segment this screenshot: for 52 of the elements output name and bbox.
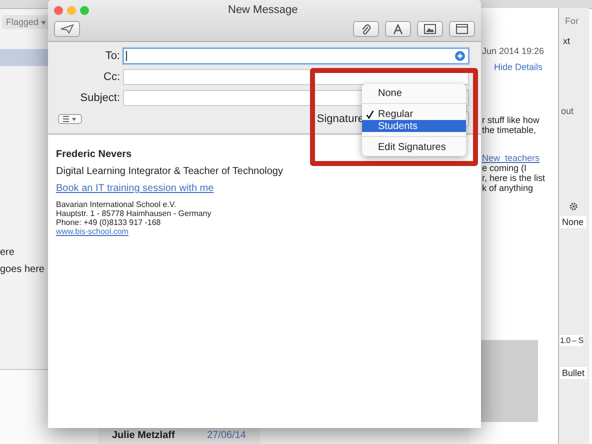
filter-button[interactable]: Flagged xyxy=(2,15,50,29)
menu-item[interactable]: Regular xyxy=(362,108,466,120)
message-link[interactable]: New_teachers xyxy=(482,153,546,163)
signature-label: Signature xyxy=(316,113,364,125)
column-header: out xyxy=(561,106,574,116)
message-date: Jun 2014 19:26 xyxy=(482,46,544,56)
input-field[interactable] xyxy=(123,48,469,64)
menu-item[interactable]: Edit Signatures xyxy=(362,141,466,153)
inspector-tab[interactable]: For xyxy=(565,16,578,26)
field-label: Cc: xyxy=(102,71,120,83)
image-icon xyxy=(424,24,436,34)
list-popup[interactable]: Bullet xyxy=(560,367,587,379)
address-line: Phone: +49 (0)8133 917 -168 xyxy=(56,218,161,227)
window-title: New Message xyxy=(228,4,298,16)
message-text: e coming (I xyxy=(482,163,528,173)
website-link[interactable]: www.bis-school.com xyxy=(56,227,128,236)
signature-role: Digital Learning Integrator & Teacher of Technology xyxy=(56,166,283,177)
fonts-button[interactable] xyxy=(385,21,411,37)
list-caret-icon xyxy=(63,116,77,122)
format-menu-button[interactable] xyxy=(58,114,82,124)
address-line: Hauptstr. 1 - 85778 Haimhausen - Germany xyxy=(56,209,212,218)
message-text: r, here is the list xyxy=(482,173,546,183)
caret-icon xyxy=(41,21,46,25)
spacing-popup[interactable]: 1.0 – S xyxy=(560,335,584,346)
sidebar-text: goes here xyxy=(0,264,44,275)
inspector-label: xt xyxy=(563,36,570,46)
message-date: 27/06/14 xyxy=(207,430,246,441)
field-label: Subject: xyxy=(79,92,120,104)
message-text: r stuff like how xyxy=(482,115,540,125)
field-label: To: xyxy=(104,50,120,62)
paperclip-icon xyxy=(361,24,371,34)
message-text: k of anything xyxy=(482,183,534,193)
address-line: Bavarian International School e.V. xyxy=(56,200,176,209)
attach-button[interactable] xyxy=(353,21,379,37)
signature-name: Frederic Nevers xyxy=(56,149,132,160)
add-contact-icon[interactable] xyxy=(455,51,465,61)
gear-icon[interactable] xyxy=(569,202,578,211)
booking-link[interactable]: Book an IT training session with me xyxy=(56,183,214,194)
paper-plane-icon xyxy=(60,24,74,34)
window-icon xyxy=(456,24,468,34)
sender-name: Julie Metzlaff xyxy=(112,430,175,441)
menu-item[interactable]: Students xyxy=(362,120,466,132)
stationery-button[interactable] xyxy=(449,21,475,37)
letter-icon xyxy=(393,24,403,34)
style-popup[interactable]: None xyxy=(560,216,586,228)
hide-details-link[interactable]: Hide Details xyxy=(494,62,543,72)
sidebar-text: ere xyxy=(0,247,16,258)
photo-browser-button[interactable] xyxy=(417,21,443,37)
menu-item[interactable]: None xyxy=(362,87,466,99)
message-list-item[interactable]: Julie Metzlaff 27/06/14 xyxy=(98,428,260,444)
message-text: the timetable, xyxy=(482,125,538,135)
send-button[interactable] xyxy=(54,21,80,37)
